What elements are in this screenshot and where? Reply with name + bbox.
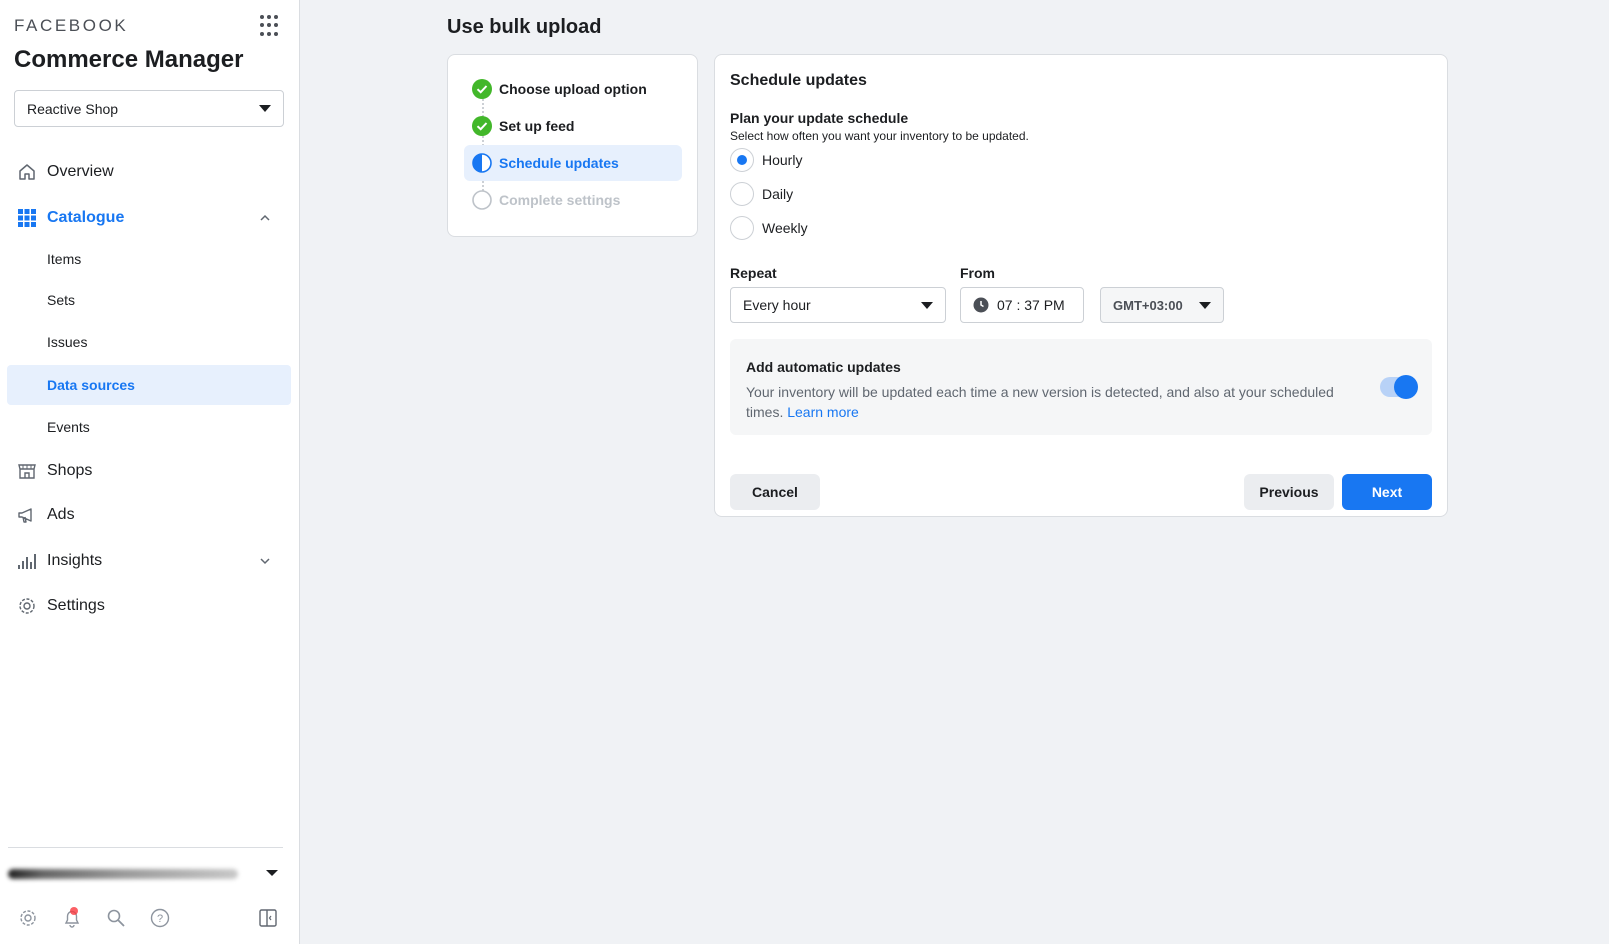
plan-schedule-description: Select how often you want your inventory… [730,129,1029,143]
step-label: Complete settings [499,192,621,208]
step-label: Schedule updates [499,155,619,171]
timezone-value: GMT+03:00 [1113,297,1183,313]
nav-settings-label: Settings [47,597,105,614]
frequency-weekly[interactable]: Weekly [730,216,808,240]
chevron-down-icon[interactable] [260,556,270,566]
account-switcher[interactable] [8,862,283,884]
nav-catalogue-data-sources[interactable]: Data sources [7,365,291,405]
facebook-wordmark: FACEBOOK [14,16,129,35]
radio-hourly[interactable] [730,148,754,172]
settings-gear-icon[interactable] [16,906,40,930]
automatic-updates-description: Your inventory will be updated each time… [746,382,1356,422]
upload-steps: Choose upload option Set up feed Schedul… [447,54,698,237]
help-icon[interactable]: ? [148,906,172,930]
schedule-updates-form: Schedule updates Plan your update schedu… [714,54,1448,517]
nav-insights-label: Insights [47,552,103,569]
sidebar: FACEBOOK Commerce Manager Reactive Shop … [0,0,300,944]
account-name-redacted [8,869,238,879]
nav-overview[interactable]: Overview [0,160,300,184]
collapse-sidebar-icon[interactable] [256,906,280,930]
step-set-up-feed[interactable]: Set up feed [464,108,682,144]
nav-settings[interactable]: Settings [0,594,300,618]
radio-weekly[interactable] [730,216,754,240]
megaphone-icon [17,505,37,525]
nav-catalogue-items[interactable]: Items [7,239,291,279]
chevron-up-icon[interactable] [260,213,270,223]
previous-button[interactable]: Previous [1244,474,1334,510]
bar-chart-icon [17,551,37,571]
frequency-hourly[interactable]: Hourly [730,148,802,172]
gear-icon [17,596,37,616]
toggle-knob [1394,375,1418,399]
shop-selector-value: Reactive Shop [27,100,119,117]
form-title: Schedule updates [730,72,867,89]
half-circle-progress-icon [472,153,492,173]
caret-down-icon [921,301,933,309]
shop-selector[interactable]: Reactive Shop [14,90,284,127]
learn-more-link[interactable]: Learn more [787,404,859,420]
nav-shops[interactable]: Shops [0,459,300,483]
radio-daily[interactable] [730,182,754,206]
plan-schedule-title: Plan your update schedule [730,110,909,126]
step-choose-upload-option[interactable]: Choose upload option [464,71,682,107]
nav-overview-label: Overview [47,163,114,180]
empty-circle-icon [472,190,492,210]
app-title: Commerce Manager [14,46,244,73]
page-title: Use bulk upload [447,16,602,38]
radio-weekly-label: Weekly [762,220,808,236]
catalogue-grid-icon [17,208,37,228]
repeat-dropdown[interactable]: Every hour [730,287,946,323]
next-button[interactable]: Next [1342,474,1432,510]
nav-catalogue-issues[interactable]: Issues [7,322,291,362]
step-label: Set up feed [499,118,575,134]
home-icon [17,162,37,182]
caret-down-icon [259,105,271,112]
notifications-bell-icon[interactable] [60,906,84,930]
from-label: From [960,265,995,281]
repeat-label: Repeat [730,265,777,281]
from-time-value: 07 : 37 PM [997,297,1065,313]
check-circle-icon [472,116,492,136]
automatic-updates-toggle[interactable] [1380,375,1418,399]
repeat-dropdown-value: Every hour [743,297,811,313]
sidebar-divider [8,847,283,848]
apps-grid-icon[interactable] [260,15,282,37]
clock-icon [973,297,989,313]
nav-shops-label: Shops [47,462,93,479]
step-complete-settings: Complete settings [464,182,682,218]
check-circle-icon [472,79,492,99]
nav-insights[interactable]: Insights [0,549,300,573]
shop-icon [17,461,37,481]
nav-catalogue-events[interactable]: Events [7,407,291,447]
radio-daily-label: Daily [762,186,794,202]
step-label: Choose upload option [499,81,647,97]
frequency-daily[interactable]: Daily [730,182,793,206]
automatic-updates-panel: Add automatic updates Your inventory wil… [730,339,1432,435]
nav-catalogue[interactable]: Catalogue [0,206,300,230]
nav-ads[interactable]: Ads [0,503,300,527]
from-time-input[interactable]: 07 : 37 PM [960,287,1084,323]
cancel-button[interactable]: Cancel [730,474,820,510]
timezone-dropdown[interactable]: GMT+03:00 [1100,287,1224,323]
search-icon[interactable] [104,906,128,930]
nav-catalogue-label: Catalogue [47,209,125,226]
radio-hourly-label: Hourly [762,152,803,168]
step-schedule-updates[interactable]: Schedule updates [464,145,682,181]
caret-down-icon [266,870,278,876]
caret-down-icon [1199,301,1211,309]
nav-ads-label: Ads [47,506,75,523]
nav-catalogue-sets[interactable]: Sets [7,280,291,320]
automatic-updates-title: Add automatic updates [746,359,901,375]
svg-text:?: ? [157,913,163,925]
